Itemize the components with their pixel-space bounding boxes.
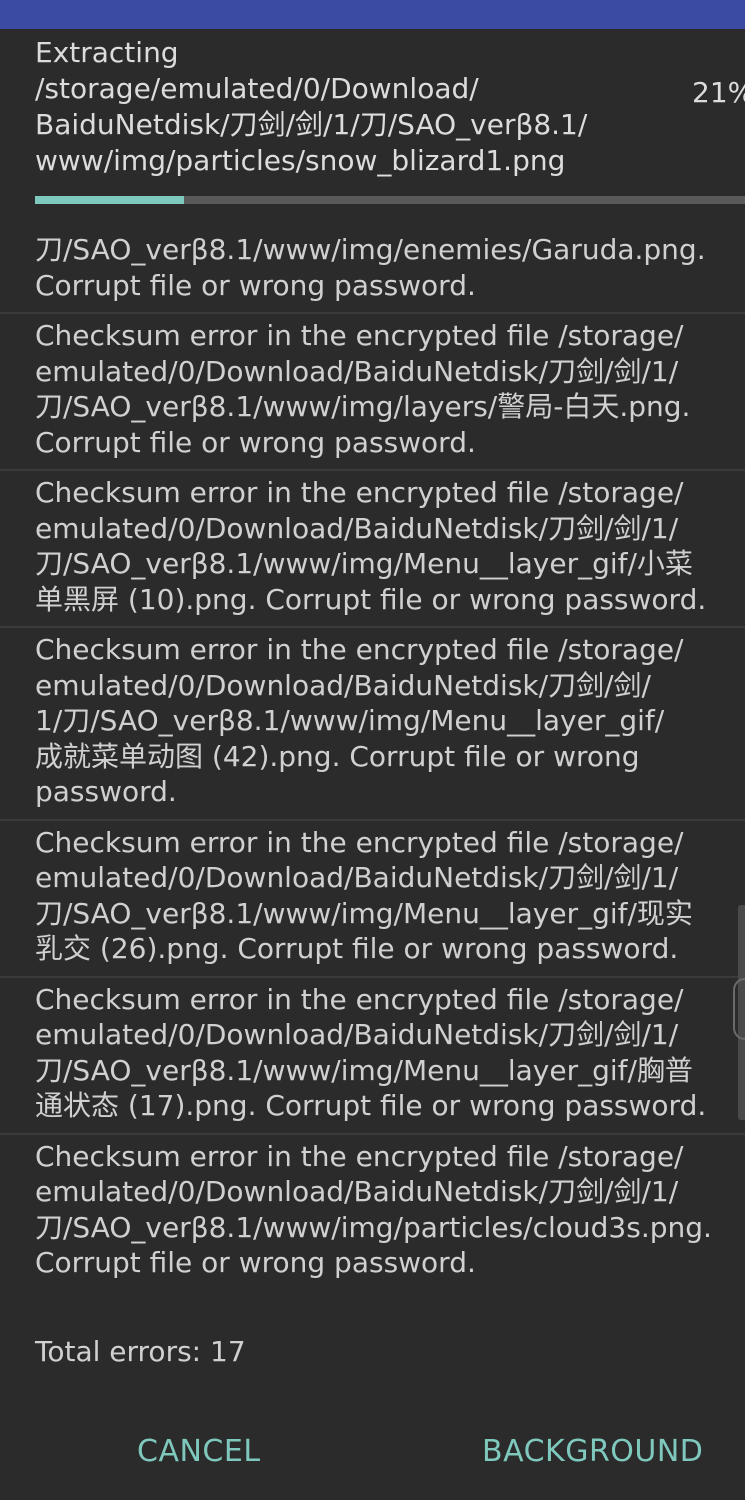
top-app-bar — [0, 0, 745, 29]
cancel-button[interactable]: CANCEL — [137, 1432, 261, 1472]
error-item: Checksum error in the encrypted file /st… — [0, 471, 745, 628]
scroll-handle[interactable] — [733, 978, 745, 1040]
progress-bar — [35, 196, 745, 204]
error-item: Checksum error in the encrypted file /st… — [0, 978, 745, 1135]
error-list[interactable]: 刀/SAO_verβ8.1/www/img/enemies/Garuda.png… — [0, 232, 745, 1290]
current-file-path: /storage/emulated/0/Download/ BaiduNetdi… — [35, 72, 588, 177]
progress-bar-fill — [35, 196, 185, 204]
current-file-row: /storage/emulated/0/Download/ BaiduNetdi… — [35, 71, 745, 179]
progress-percent: 21% — [692, 76, 745, 109]
error-item: Checksum error in the encrypted file /st… — [0, 821, 745, 978]
extraction-status: Extracting /storage/emulated/0/Download/… — [35, 34, 745, 179]
operation-label: Extracting — [35, 36, 179, 69]
error-item: Checksum error in the encrypted file /st… — [35, 1139, 712, 1280]
error-item: Checksum error in the encrypted file /st… — [0, 628, 745, 821]
background-button[interactable]: BACKGROUND — [482, 1432, 703, 1472]
total-errors: Total errors: 17 — [35, 1335, 246, 1368]
error-item: Checksum error in the encrypted file /st… — [0, 314, 745, 471]
error-item: 刀/SAO_verβ8.1/www/img/enemies/Garuda.png… — [0, 232, 745, 314]
